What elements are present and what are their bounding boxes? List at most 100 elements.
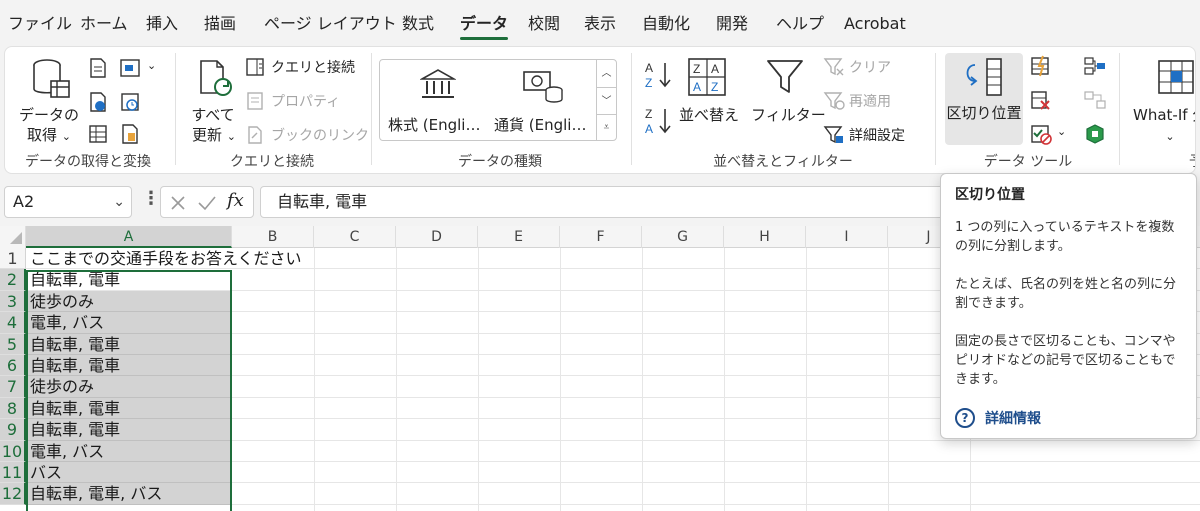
select-all-icon <box>10 232 22 244</box>
properties-button[interactable]: プロパティ <box>245 89 365 113</box>
column-header-i[interactable]: I <box>806 226 888 248</box>
row-header[interactable]: 11 <box>0 462 26 484</box>
cancel-icon[interactable] <box>169 194 187 212</box>
chevron-down-icon[interactable]: ⌄ <box>147 59 156 72</box>
gallery-scroll-up[interactable]: ︿ <box>596 60 616 87</box>
row-header[interactable]: 2 <box>0 269 26 291</box>
queries-connections-button[interactable]: クエリと接続 <box>245 55 365 79</box>
table-cell[interactable]: 自転車, 電車, バス <box>26 483 232 505</box>
chevron-down-icon[interactable]: ⌄ <box>113 187 125 217</box>
column-header-d[interactable]: D <box>396 226 478 248</box>
tab-view[interactable]: 表示 <box>584 0 616 44</box>
data-model-icon[interactable] <box>1083 123 1107 145</box>
insert-function-icon[interactable]: fx <box>227 190 244 211</box>
tooltip-title: 区切り位置 <box>955 187 1025 203</box>
select-all-corner[interactable] <box>0 226 26 248</box>
tab-page-layout[interactable]: ページ レイアウト <box>264 0 397 44</box>
relationships-icon[interactable] <box>1083 89 1107 111</box>
table-cell[interactable]: 自転車, 電車 <box>26 355 232 377</box>
tab-acrobat[interactable]: Acrobat <box>844 0 906 44</box>
tab-insert[interactable]: 挿入 <box>146 0 178 44</box>
column-header-g[interactable]: G <box>642 226 724 248</box>
tab-help[interactable]: ヘルプ <box>776 0 824 44</box>
text-to-columns-label: 区切り位置 <box>946 104 1022 122</box>
row-header[interactable]: 7 <box>0 376 26 398</box>
recent-sources-icon[interactable] <box>119 91 141 113</box>
what-if-icon <box>1158 60 1194 94</box>
column-header-h[interactable]: H <box>724 226 806 248</box>
what-if-analysis-button[interactable]: What-If 分 ⌄ <box>1127 55 1195 145</box>
name-box[interactable]: A2 ⌄ <box>4 186 132 218</box>
row-header[interactable]: 9 <box>0 419 26 441</box>
table-cell[interactable]: 自転車, 電車 <box>26 397 232 420</box>
consolidate-icon[interactable] <box>1083 55 1107 77</box>
row-header[interactable]: 12 <box>0 483 26 505</box>
funnel-icon <box>767 60 803 93</box>
column-header-a[interactable]: A <box>26 226 232 248</box>
data-types-gallery: 株式 (Engli… 通貨 (Engli… ︿ ﹀ ⩡ <box>379 59 617 141</box>
column-header-e[interactable]: E <box>478 226 560 248</box>
row-header[interactable]: 4 <box>0 312 26 334</box>
tell-me-more-link[interactable]: ? 詳細情報 <box>955 408 1041 428</box>
table-cell[interactable]: 自転車, 電車 <box>26 419 232 441</box>
tab-file[interactable]: ファイル <box>8 0 72 44</box>
gallery-scroll-down[interactable]: ﹀ <box>596 87 616 114</box>
group-label-forecast: 予 <box>1189 151 1195 170</box>
svg-text:Z: Z <box>645 107 652 121</box>
row-header[interactable]: 10 <box>0 440 26 462</box>
get-data-label2: 取得 ⌄ <box>19 125 79 147</box>
table-range-icon[interactable] <box>87 123 109 145</box>
tab-formulas[interactable]: 数式 <box>402 0 434 44</box>
table-cell[interactable]: 自転車, 電車 <box>26 333 232 355</box>
refresh-all-button[interactable]: すべて 更新 ⌄ <box>183 55 243 145</box>
gridline <box>232 482 1200 484</box>
gridline <box>478 248 479 511</box>
sort-button[interactable]: ZAAZ 並べ替え <box>677 55 741 145</box>
tab-draw[interactable]: 描画 <box>204 0 236 44</box>
group-label-sort-filter: 並べ替えとフィルター <box>713 154 853 170</box>
formula-controls: fx <box>160 186 254 218</box>
currencies-data-type-button[interactable]: 通貨 (Engli… <box>492 64 596 138</box>
sort-a-z-button[interactable]: AZ <box>643 59 673 93</box>
tab-review[interactable]: 校閲 <box>528 0 560 44</box>
row-header[interactable]: 3 <box>0 290 26 313</box>
advanced-filter-button[interactable]: 詳細設定 <box>823 123 923 147</box>
row-header[interactable]: 1 <box>0 248 26 270</box>
enter-check-icon[interactable] <box>197 194 217 212</box>
tab-automate[interactable]: 自動化 <box>642 0 690 44</box>
chevron-down-icon[interactable]: ⌄ <box>1057 125 1066 138</box>
reapply-button[interactable]: 再適用 <box>823 89 923 113</box>
data-validation-icon[interactable] <box>1029 123 1053 145</box>
flash-fill-icon[interactable] <box>1029 55 1051 77</box>
table-cell[interactable]: 徒歩のみ <box>26 376 232 398</box>
table-cell[interactable]: ここまでの交通手段をお答えください <box>26 248 302 270</box>
edit-links-button[interactable]: ブックのリンク <box>245 123 369 147</box>
tab-data[interactable]: データ <box>460 0 509 44</box>
row-header[interactable]: 6 <box>0 355 26 377</box>
table-cell[interactable]: 電車, バス <box>26 312 232 334</box>
existing-connections-icon[interactable] <box>119 123 141 145</box>
column-header-c[interactable]: C <box>314 226 396 248</box>
remove-duplicates-icon[interactable] <box>1029 89 1051 111</box>
row-header[interactable]: 8 <box>0 397 26 420</box>
text-to-columns-button[interactable]: 区切り位置 <box>945 53 1023 145</box>
sort-z-a-button[interactable]: ZA <box>643 105 673 139</box>
table-cell[interactable]: 徒歩のみ <box>26 290 232 313</box>
web-icon[interactable] <box>87 91 109 113</box>
column-header-f[interactable]: F <box>560 226 642 248</box>
clear-filter-button[interactable]: クリア <box>823 55 923 79</box>
filter-button[interactable]: フィルター <box>751 55 826 145</box>
row-header[interactable]: 5 <box>0 333 26 355</box>
column-header-b[interactable]: B <box>232 226 314 248</box>
tab-developer[interactable]: 開発 <box>716 0 748 44</box>
table-cell[interactable]: バス <box>26 462 232 484</box>
table-cell[interactable]: 電車, バス <box>26 440 232 462</box>
tab-home[interactable]: ホーム <box>80 0 128 44</box>
stocks-data-type-button[interactable]: 株式 (Engli… <box>384 64 490 138</box>
image-data-icon[interactable] <box>119 57 143 79</box>
gallery-more[interactable]: ⩡ <box>596 114 616 140</box>
text-csv-icon[interactable] <box>87 57 109 79</box>
more-options-icon[interactable]: ⋮ <box>142 188 160 209</box>
get-data-button[interactable]: データの 取得 ⌄ <box>13 55 85 145</box>
active-cell[interactable]: 自転車, 電車 <box>26 269 232 291</box>
